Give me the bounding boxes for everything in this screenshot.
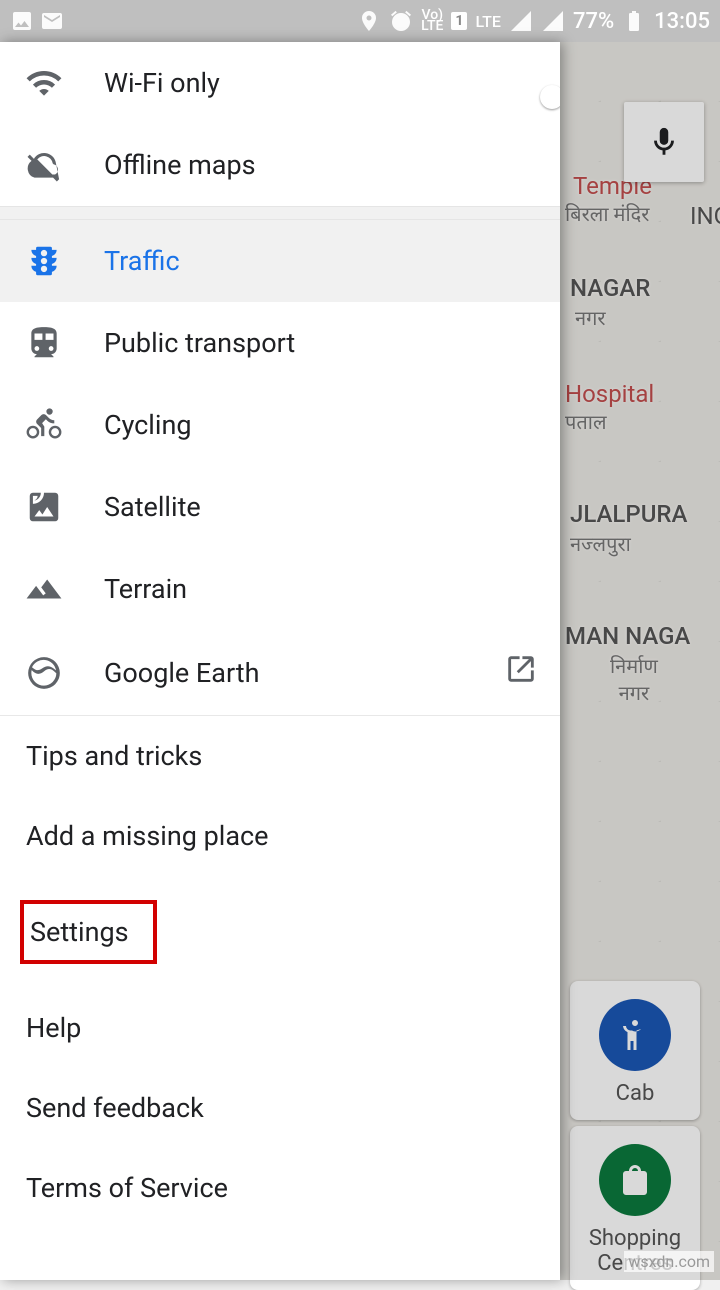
traffic-icon	[22, 242, 66, 280]
clock-text: 13:05	[654, 9, 710, 34]
gmail-icon	[40, 9, 64, 33]
transit-icon	[22, 324, 66, 362]
status-bar: Vo) LTE 1 LTE 77% 13:05	[0, 0, 720, 42]
battery-icon	[622, 9, 646, 33]
drawer-item-google-earth[interactable]: Google Earth	[0, 630, 560, 715]
drawer-item-public-transport[interactable]: Public transport	[0, 302, 560, 384]
drawer-item-label: Satellite	[104, 491, 201, 523]
location-icon	[357, 9, 381, 33]
image-icon	[10, 9, 34, 33]
signal-icon	[541, 9, 565, 33]
signal-icon	[509, 9, 533, 33]
divider	[0, 206, 560, 220]
drawer-item-add-place[interactable]: Add a missing place	[0, 796, 560, 876]
drawer-item-satellite[interactable]: Satellite	[0, 466, 560, 548]
drawer-item-label: Terrain	[104, 573, 187, 605]
alarm-icon	[389, 9, 413, 33]
drawer-item-label: Add a missing place	[26, 820, 268, 852]
drawer-item-label: Terms of Service	[26, 1172, 228, 1204]
drawer-item-label: Public transport	[104, 327, 295, 359]
drawer-item-tips[interactable]: Tips and tricks	[0, 716, 560, 796]
nav-drawer: Wi-Fi only Offline maps Traffic Public t…	[0, 42, 560, 1280]
wifi-icon	[22, 64, 66, 102]
drawer-item-traffic[interactable]: Traffic	[0, 220, 560, 302]
drawer-item-offline-maps[interactable]: Offline maps	[0, 124, 560, 206]
drawer-item-label: Wi-Fi only	[104, 67, 220, 99]
drawer-item-feedback[interactable]: Send feedback	[0, 1068, 560, 1148]
volte-indicator: Vo) LTE	[421, 10, 443, 32]
satellite-icon	[22, 488, 66, 526]
drawer-item-tos[interactable]: Terms of Service	[0, 1148, 560, 1228]
bike-icon	[22, 406, 66, 444]
network-indicator: LTE	[475, 12, 500, 31]
drawer-item-label: Cycling	[104, 409, 192, 441]
drawer-item-label: Google Earth	[104, 657, 259, 689]
sim-indicator: 1	[451, 12, 467, 30]
terrain-icon	[22, 570, 66, 608]
drawer-item-label: Help	[26, 1012, 81, 1044]
drawer-item-help[interactable]: Help	[0, 988, 560, 1068]
drawer-item-label: Tips and tricks	[26, 740, 202, 772]
open-external-icon	[504, 652, 538, 693]
earth-icon	[22, 654, 66, 692]
drawer-item-terrain[interactable]: Terrain	[0, 548, 560, 630]
annotation-highlight: Settings	[20, 900, 157, 964]
drawer-item-label: Offline maps	[104, 149, 256, 181]
battery-text: 77%	[573, 9, 614, 34]
drawer-item-wifi-only[interactable]: Wi-Fi only	[0, 42, 560, 124]
cloud-off-icon	[22, 146, 66, 184]
drawer-item-label: Send feedback	[26, 1092, 204, 1124]
watermark: wsxdn.com	[624, 1251, 714, 1272]
drawer-item-label: Settings	[30, 916, 129, 948]
drawer-item-cycling[interactable]: Cycling	[0, 384, 560, 466]
drawer-item-label: Traffic	[104, 245, 180, 277]
drawer-item-settings[interactable]: Settings	[0, 876, 560, 988]
